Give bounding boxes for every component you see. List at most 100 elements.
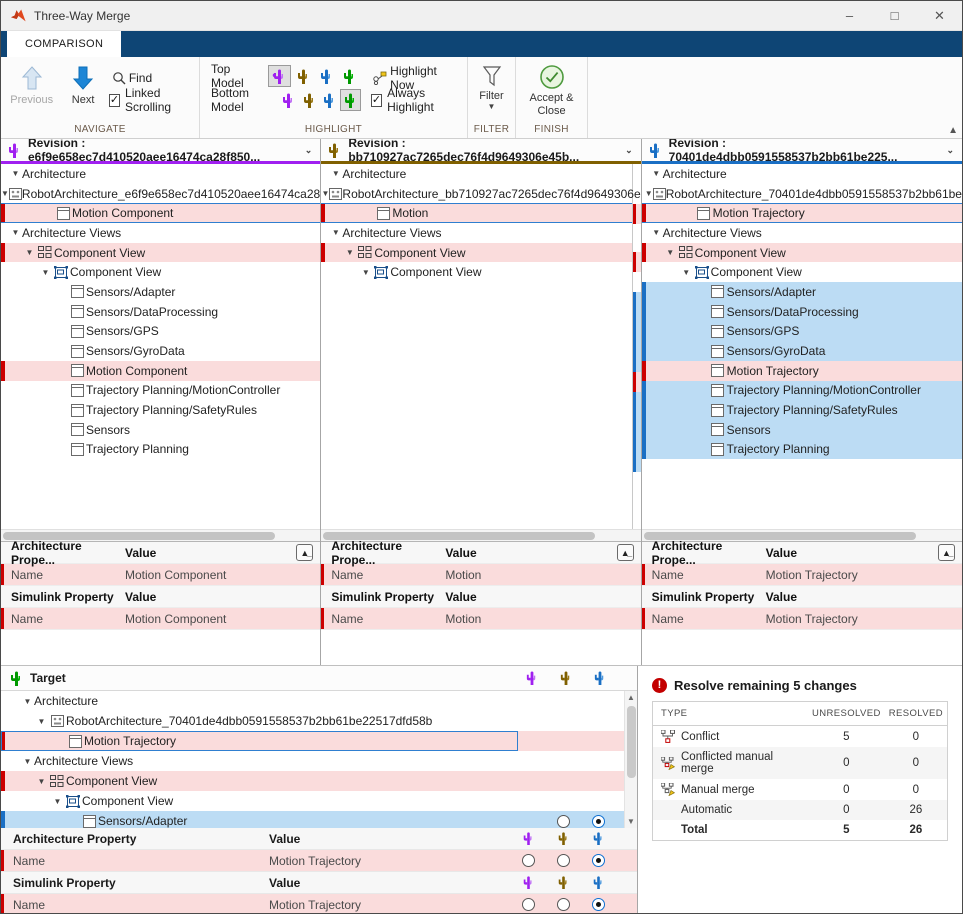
tree-row[interactable]: ▼ Architecture Views <box>321 223 640 243</box>
property-row[interactable]: Name Motion Component <box>1 564 320 586</box>
tree-row[interactable]: Sensors/Adapter <box>642 282 962 302</box>
previous-button[interactable]: Previous <box>6 60 57 107</box>
tree-row[interactable]: Sensors/DataProcessing <box>1 302 320 322</box>
tree-row[interactable]: ▼ Architecture <box>1 691 637 711</box>
top-model-cactus-purple[interactable] <box>268 65 291 87</box>
simulink-property-row[interactable]: Name Motion Component <box>1 608 320 630</box>
bottom-model-cactus-blue[interactable] <box>319 89 340 111</box>
bottom-model-cactus-purple[interactable] <box>278 89 299 111</box>
collapse-up-icon[interactable]: ▲̲ <box>938 544 955 561</box>
revision-header-left[interactable]: Revision : e6f9e658ec7d410520aee16474ca2… <box>1 139 320 164</box>
tree-row[interactable]: ▼ Architecture <box>642 164 962 184</box>
tree-row[interactable]: ▼ Architecture Views <box>1 751 637 771</box>
twisty-icon[interactable]: ▼ <box>9 169 22 178</box>
twisty-icon[interactable]: ▼ <box>51 797 64 806</box>
tree-row[interactable]: Motion Trajectory <box>642 203 962 223</box>
top-model-cactus-green[interactable] <box>338 65 361 87</box>
tree-row[interactable]: Trajectory Planning/SafetyRules <box>1 400 320 420</box>
tree-row[interactable]: Trajectory Planning <box>642 440 962 460</box>
diff-overview-strip[interactable] <box>632 164 641 529</box>
bottom-model-cactus-olive[interactable] <box>299 89 320 111</box>
property-row[interactable]: Name Motion <box>321 564 640 586</box>
twisty-icon[interactable]: ▼ <box>321 189 329 198</box>
tree-row[interactable]: ▼ Component View <box>321 243 640 263</box>
top-model-cactus-olive[interactable] <box>291 65 314 87</box>
tree-row[interactable]: Sensors/GyroData <box>642 341 962 361</box>
tree-row[interactable]: ▼ Component View <box>642 243 962 263</box>
revision-header-right[interactable]: Revision : 70401de4dbb0591558537b2bb61be… <box>642 139 962 164</box>
bottom-model-cactus-green[interactable] <box>340 89 361 111</box>
tree-row[interactable]: ▼ Component View <box>1 262 320 282</box>
cactus-purple-icon[interactable] <box>525 670 539 686</box>
chevron-down-icon[interactable]: ⌄ <box>305 145 321 156</box>
tree-row[interactable]: Sensors/GyroData <box>1 341 320 361</box>
tree-row[interactable]: Sensors/GPS <box>1 322 320 342</box>
tab-comparison[interactable]: COMPARISON <box>7 31 121 57</box>
cactus-blue-icon[interactable] <box>593 670 607 686</box>
tree-row[interactable]: Trajectory Planning/MotionController <box>1 381 320 401</box>
radio-middle-source[interactable] <box>557 815 570 828</box>
twisty-icon[interactable]: ▼ <box>329 169 342 178</box>
scroll-up-arrow-icon[interactable]: ▲ <box>627 691 635 704</box>
tree-left[interactable]: ▼ Architecture ▼ RobotArchitecture_e6f9e… <box>1 164 320 529</box>
twisty-icon[interactable]: ▼ <box>343 248 356 257</box>
twisty-icon[interactable]: ▼ <box>664 248 677 257</box>
property-row[interactable]: Name Motion Trajectory <box>642 564 962 586</box>
chevron-down-icon[interactable]: ⌄ <box>946 145 962 156</box>
revision-header-middle[interactable]: Revision : bb710927ac7265dec76f4d9649306… <box>321 139 640 164</box>
twisty-icon[interactable]: ▼ <box>650 228 663 237</box>
twisty-icon[interactable]: ▼ <box>1 189 9 198</box>
twisty-icon[interactable]: ▼ <box>35 717 48 726</box>
twisty-icon[interactable]: ▼ <box>650 169 663 178</box>
next-button[interactable]: Next <box>57 60 108 107</box>
scroll-down-arrow-icon[interactable]: ▼ <box>627 815 635 828</box>
collapse-up-icon[interactable]: ▲̲ <box>296 544 313 561</box>
simulink-property-row[interactable]: Name Motion Trajectory <box>642 608 962 630</box>
tree-row[interactable]: ▼ RobotArchitecture_70401de4dbb059155853… <box>642 184 962 204</box>
tree-row[interactable]: Motion Component <box>1 203 320 223</box>
simulink-property-row[interactable]: Name Motion <box>321 608 640 630</box>
tree-right[interactable]: ▼ Architecture ▼ RobotArchitecture_70401… <box>642 164 962 529</box>
tree-row[interactable]: Sensors/GPS <box>642 322 962 342</box>
twisty-icon[interactable]: ▼ <box>21 697 34 706</box>
tree-row[interactable]: Trajectory Planning <box>1 440 320 460</box>
ribbon-collapse-icon[interactable]: ▲ <box>948 125 958 136</box>
tree-row[interactable]: Sensors <box>1 420 320 440</box>
vertical-scrollbar[interactable]: ▲ ▼ <box>624 691 637 828</box>
tree-row[interactable]: ▼ Architecture Views <box>642 223 962 243</box>
tree-row[interactable]: Sensors/Adapter <box>1 811 637 828</box>
tree-row[interactable]: ▼ Component View <box>642 262 962 282</box>
radio-right-source[interactable] <box>592 815 605 828</box>
target-simulink-row[interactable]: Name Motion Trajectory <box>1 894 637 914</box>
tree-row[interactable]: ▼ RobotArchitecture_e6f9e658ec7d410520ae… <box>1 184 320 204</box>
close-button[interactable]: ✕ <box>917 1 962 31</box>
tree-row[interactable]: ▼ RobotArchitecture_bb710927ac7265dec76f… <box>321 184 640 204</box>
accept-and-close-button[interactable]: Accept & Close <box>521 60 582 117</box>
tree-middle[interactable]: ▼ Architecture ▼ RobotArchitecture_bb710… <box>321 164 640 529</box>
tree-row[interactable]: ▼ Component View <box>1 771 637 791</box>
target-property-row[interactable]: Name Motion Trajectory <box>1 850 637 872</box>
top-model-cactus-blue[interactable] <box>315 65 338 87</box>
twisty-icon[interactable]: ▼ <box>39 268 52 277</box>
tree-row[interactable]: ▼ Architecture <box>1 164 320 184</box>
scrollbar-thumb[interactable] <box>627 706 636 778</box>
tree-row[interactable]: ▼ Architecture Views <box>1 223 320 243</box>
linked-scrolling-checkbox[interactable]: ✓ Linked Scrolling <box>109 89 194 111</box>
twisty-icon[interactable]: ▼ <box>645 189 653 198</box>
twisty-icon[interactable]: ▼ <box>23 248 36 257</box>
tree-row[interactable]: Sensors/DataProcessing <box>642 302 962 322</box>
maximize-button[interactable]: □ <box>872 1 917 31</box>
filter-button[interactable]: Filter ▼ <box>473 60 510 111</box>
tree-row[interactable]: ▼ Component View <box>1 243 320 263</box>
chevron-down-icon[interactable]: ⌄ <box>625 145 641 156</box>
twisty-icon[interactable]: ▼ <box>21 757 34 766</box>
twisty-icon[interactable]: ▼ <box>359 268 372 277</box>
tree-row[interactable]: Sensors <box>642 420 962 440</box>
tree-row[interactable]: Sensors/Adapter <box>1 282 320 302</box>
twisty-icon[interactable]: ▼ <box>35 777 48 786</box>
target-tree[interactable]: ▼ Architecture ▼ RobotArchitecture_70401… <box>1 691 637 828</box>
minimize-button[interactable]: – <box>827 1 872 31</box>
tree-row[interactable]: ▼ Component View <box>1 791 637 811</box>
tree-row[interactable]: Trajectory Planning/MotionController <box>642 381 962 401</box>
tree-row[interactable]: Motion <box>321 203 640 223</box>
